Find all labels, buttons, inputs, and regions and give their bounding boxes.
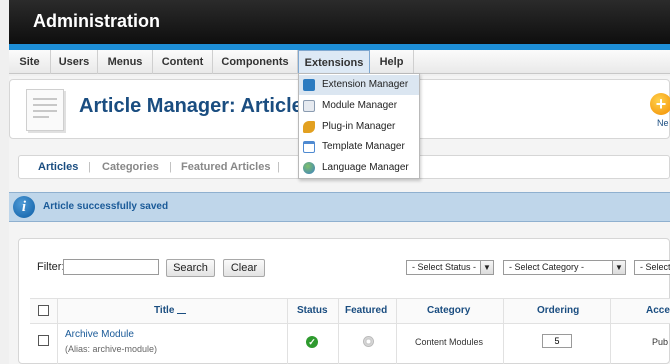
sort-ascending-icon bbox=[177, 306, 187, 314]
column-status[interactable]: Status bbox=[297, 305, 328, 316]
status-select-label: - Select Status - bbox=[412, 262, 477, 272]
chevron-down-icon: ▼ bbox=[612, 261, 625, 274]
menu-module-manager[interactable]: Module Manager bbox=[299, 96, 419, 116]
column-divider bbox=[338, 298, 339, 364]
column-divider bbox=[396, 298, 397, 364]
extensions-dropdown-menu: Extension Manager Module Manager Plug-in… bbox=[298, 73, 420, 179]
third-select-label: - Select bbox=[640, 262, 670, 272]
select-all-checkbox[interactable] bbox=[38, 305, 49, 316]
column-divider bbox=[287, 298, 288, 364]
third-filter-select[interactable]: - Select bbox=[634, 260, 670, 275]
subnav-separator: | bbox=[277, 161, 280, 173]
search-button[interactable]: Search bbox=[166, 259, 215, 277]
subnav-featured-articles[interactable]: Featured Articles bbox=[181, 161, 270, 173]
column-divider bbox=[57, 298, 58, 364]
menu-users[interactable]: Users bbox=[51, 50, 98, 74]
unfeatured-icon[interactable] bbox=[363, 336, 374, 347]
system-message: i Article successfully saved bbox=[9, 192, 670, 222]
article-title-link[interactable]: Archive Module bbox=[65, 329, 134, 340]
column-ordering[interactable]: Ordering bbox=[537, 305, 579, 316]
menu-item-label: Extension Manager bbox=[322, 79, 409, 90]
menu-item-label: Module Manager bbox=[322, 100, 398, 111]
ordering-input[interactable] bbox=[542, 334, 572, 348]
menu-extension-manager[interactable]: Extension Manager bbox=[299, 75, 419, 95]
extension-manager-icon bbox=[303, 79, 315, 91]
subnav-separator: | bbox=[169, 161, 172, 173]
menu-help[interactable]: Help bbox=[370, 50, 414, 74]
template-manager-icon bbox=[303, 141, 315, 153]
column-access[interactable]: Acce bbox=[646, 305, 670, 316]
menu-language-manager[interactable]: Language Manager bbox=[299, 158, 419, 178]
menu-extensions[interactable]: Extensions bbox=[298, 50, 370, 74]
column-divider bbox=[503, 298, 504, 364]
menu-item-label: Plug-in Manager bbox=[322, 121, 396, 132]
menu-components[interactable]: Components bbox=[213, 50, 298, 74]
published-check-icon[interactable]: ✓ bbox=[306, 336, 318, 348]
filter-search-input[interactable] bbox=[63, 259, 159, 275]
status-filter-select[interactable]: - Select Status - ▼ bbox=[406, 260, 494, 275]
subnav-separator: | bbox=[88, 161, 91, 173]
chevron-down-icon: ▼ bbox=[480, 261, 493, 274]
plugin-manager-icon bbox=[303, 121, 315, 133]
clear-button[interactable]: Clear bbox=[223, 259, 265, 277]
page-title: Article Manager: Articles bbox=[79, 95, 314, 117]
article-document-icon bbox=[26, 89, 64, 131]
menu-content[interactable]: Content bbox=[153, 50, 213, 74]
subnav-articles[interactable]: Articles bbox=[38, 161, 78, 173]
admin-title: Administration bbox=[33, 11, 161, 31]
article-category: Content Modules bbox=[415, 337, 484, 347]
module-manager-icon bbox=[303, 100, 315, 112]
column-category[interactable]: Category bbox=[427, 305, 470, 316]
message-text: Article successfully saved bbox=[43, 201, 169, 212]
column-divider bbox=[610, 298, 611, 364]
info-icon: i bbox=[13, 196, 35, 218]
column-featured[interactable]: Featured bbox=[345, 305, 387, 316]
menu-plugin-manager[interactable]: Plug-in Manager bbox=[299, 117, 419, 137]
admin-header: Administration bbox=[9, 0, 670, 44]
menu-menus[interactable]: Menus bbox=[98, 50, 153, 74]
column-title[interactable]: Title bbox=[154, 305, 187, 316]
language-manager-icon bbox=[303, 162, 315, 174]
new-article-button[interactable]: + bbox=[650, 93, 670, 115]
menu-item-label: Language Manager bbox=[322, 162, 409, 173]
row-checkbox[interactable] bbox=[38, 335, 49, 346]
category-filter-select[interactable]: - Select Category - ▼ bbox=[503, 260, 626, 275]
new-button-label[interactable]: Ne bbox=[657, 118, 669, 128]
menu-site[interactable]: Site bbox=[9, 50, 51, 74]
article-access: Pub bbox=[652, 337, 669, 347]
filter-label: Filter: bbox=[37, 261, 65, 273]
column-title-label: Title bbox=[154, 305, 175, 316]
category-select-label: - Select Category - bbox=[509, 262, 585, 272]
article-alias: (Alias: archive-module) bbox=[65, 344, 158, 354]
menu-template-manager[interactable]: Template Manager bbox=[299, 137, 419, 157]
main-menu-bar: Site Users Menus Content Components Exte… bbox=[9, 50, 670, 74]
subnav-categories[interactable]: Categories bbox=[102, 161, 159, 173]
menu-item-label: Template Manager bbox=[322, 141, 405, 152]
